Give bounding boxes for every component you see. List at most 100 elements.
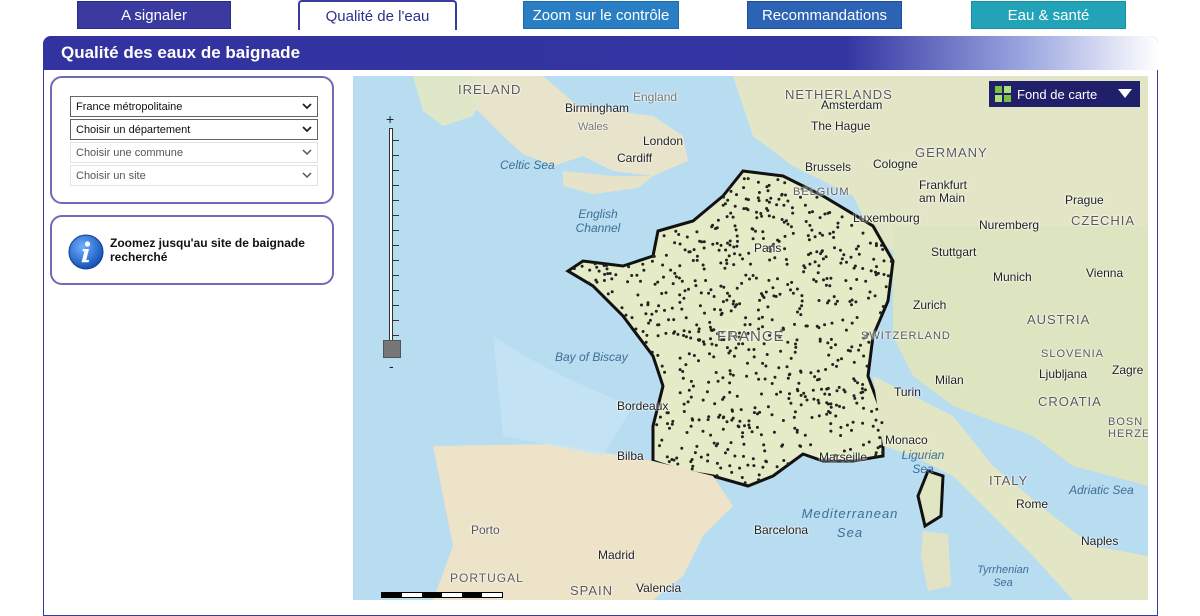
- bathing-site-marker[interactable]: [824, 255, 828, 259]
- zoom-in-button[interactable]: +: [386, 111, 394, 127]
- bathing-site-marker[interactable]: [757, 377, 761, 381]
- bathing-site-marker[interactable]: [740, 281, 744, 285]
- commune-select[interactable]: Choisir une commune: [70, 142, 318, 163]
- bathing-site-marker[interactable]: [693, 451, 697, 455]
- bathing-site-marker[interactable]: [740, 435, 744, 439]
- bathing-site-marker[interactable]: [699, 291, 703, 295]
- bathing-site-marker[interactable]: [724, 248, 728, 252]
- bathing-site-marker[interactable]: [719, 313, 723, 317]
- bathing-site-marker[interactable]: [867, 440, 871, 444]
- bathing-site-marker[interactable]: [803, 395, 807, 399]
- bathing-site-marker[interactable]: [839, 248, 842, 252]
- bathing-site-marker[interactable]: [786, 462, 790, 466]
- bathing-site-marker[interactable]: [729, 309, 733, 313]
- bathing-site-marker[interactable]: [697, 330, 701, 334]
- tab-eau-sante[interactable]: Eau & santé: [971, 1, 1126, 29]
- bathing-site-marker[interactable]: [719, 466, 723, 470]
- bathing-site-marker[interactable]: [680, 446, 684, 450]
- bathing-site-marker[interactable]: [740, 476, 744, 479]
- bathing-site-marker[interactable]: [725, 215, 729, 219]
- tab-recommandations[interactable]: Recommandations: [747, 1, 902, 29]
- bathing-site-marker[interactable]: [716, 218, 720, 222]
- bathing-site-marker[interactable]: [681, 376, 685, 380]
- bathing-site-marker[interactable]: [865, 364, 869, 368]
- bathing-site-marker[interactable]: [716, 379, 720, 383]
- bathing-site-marker[interactable]: [686, 400, 690, 404]
- bathing-site-marker[interactable]: [756, 180, 760, 184]
- bathing-site-marker[interactable]: [731, 302, 735, 306]
- bathing-site-marker[interactable]: [785, 365, 789, 369]
- bathing-site-marker[interactable]: [874, 451, 878, 455]
- bathing-site-marker[interactable]: [678, 242, 682, 246]
- bathing-site-marker[interactable]: [833, 246, 836, 250]
- tab-zoom-controle[interactable]: Zoom sur le contrôle: [523, 1, 679, 29]
- bathing-site-marker[interactable]: [595, 265, 599, 269]
- bathing-site-marker[interactable]: [767, 214, 771, 218]
- bathing-site-marker[interactable]: [602, 279, 606, 282]
- bathing-site-marker[interactable]: [795, 338, 799, 342]
- bathing-site-marker[interactable]: [782, 220, 786, 224]
- bathing-site-marker[interactable]: [876, 428, 880, 432]
- bathing-site-marker[interactable]: [864, 279, 868, 283]
- bathing-site-marker[interactable]: [780, 218, 784, 221]
- bathing-site-marker[interactable]: [862, 406, 865, 410]
- bathing-site-marker[interactable]: [714, 227, 717, 231]
- bathing-site-marker[interactable]: [861, 396, 864, 400]
- bathing-site-marker[interactable]: [726, 198, 730, 202]
- bathing-site-marker[interactable]: [734, 346, 738, 350]
- bathing-site-marker[interactable]: [704, 279, 708, 282]
- bathing-site-marker[interactable]: [670, 422, 674, 426]
- bathing-site-marker[interactable]: [832, 295, 836, 299]
- bathing-site-marker[interactable]: [826, 386, 830, 390]
- bathing-site-marker[interactable]: [870, 409, 874, 413]
- bathing-site-marker[interactable]: [761, 237, 765, 240]
- bathing-site-marker[interactable]: [828, 211, 832, 214]
- bathing-site-marker[interactable]: [662, 275, 665, 279]
- bathing-site-marker[interactable]: [826, 301, 829, 305]
- bathing-site-marker[interactable]: [840, 357, 843, 361]
- bathing-site-marker[interactable]: [835, 403, 838, 407]
- bathing-site-marker[interactable]: [647, 321, 651, 325]
- bathing-site-marker[interactable]: [786, 340, 790, 344]
- bathing-site-marker[interactable]: [821, 257, 825, 261]
- bathing-site-marker[interactable]: [656, 323, 660, 327]
- bathing-site-marker[interactable]: [721, 427, 725, 431]
- bathing-site-marker[interactable]: [664, 253, 668, 257]
- bathing-site-marker[interactable]: [695, 254, 699, 258]
- bathing-site-marker[interactable]: [881, 248, 885, 251]
- bathing-site-marker[interactable]: [816, 398, 820, 402]
- bathing-site-marker[interactable]: [779, 349, 783, 353]
- bathing-site-marker[interactable]: [775, 392, 779, 396]
- bathing-site-marker[interactable]: [684, 316, 688, 320]
- bathing-site-marker[interactable]: [813, 375, 817, 379]
- bathing-site-marker[interactable]: [789, 225, 793, 229]
- bathing-site-marker[interactable]: [650, 312, 654, 316]
- bathing-site-marker[interactable]: [669, 268, 673, 272]
- bathing-site-marker[interactable]: [747, 251, 751, 255]
- bathing-site-marker[interactable]: [654, 309, 658, 313]
- bathing-site-marker[interactable]: [861, 267, 865, 270]
- bathing-site-marker[interactable]: [668, 426, 671, 430]
- bathing-site-marker[interactable]: [798, 307, 802, 311]
- bathing-site-marker[interactable]: [608, 272, 612, 275]
- bathing-site-marker[interactable]: [774, 295, 778, 298]
- bathing-site-marker[interactable]: [697, 327, 701, 331]
- bathing-site-marker[interactable]: [667, 318, 670, 322]
- bathing-site-marker[interactable]: [735, 286, 739, 290]
- bathing-site-marker[interactable]: [795, 428, 799, 432]
- bathing-site-marker[interactable]: [610, 290, 614, 294]
- bathing-site-marker[interactable]: [747, 419, 751, 423]
- bathing-site-marker[interactable]: [738, 302, 742, 306]
- bathing-site-marker[interactable]: [748, 277, 751, 281]
- bathing-site-marker[interactable]: [840, 257, 844, 261]
- bathing-site-marker[interactable]: [768, 258, 772, 262]
- departement-select[interactable]: Choisir un département: [70, 119, 318, 140]
- bathing-site-marker[interactable]: [666, 422, 669, 426]
- bathing-site-marker[interactable]: [697, 359, 700, 363]
- bathing-site-marker[interactable]: [852, 360, 856, 364]
- bathing-site-marker[interactable]: [820, 249, 824, 253]
- bathing-site-marker[interactable]: [779, 390, 782, 394]
- bathing-site-marker[interactable]: [712, 355, 716, 359]
- bathing-site-marker[interactable]: [835, 364, 838, 368]
- bathing-site-marker[interactable]: [819, 252, 823, 256]
